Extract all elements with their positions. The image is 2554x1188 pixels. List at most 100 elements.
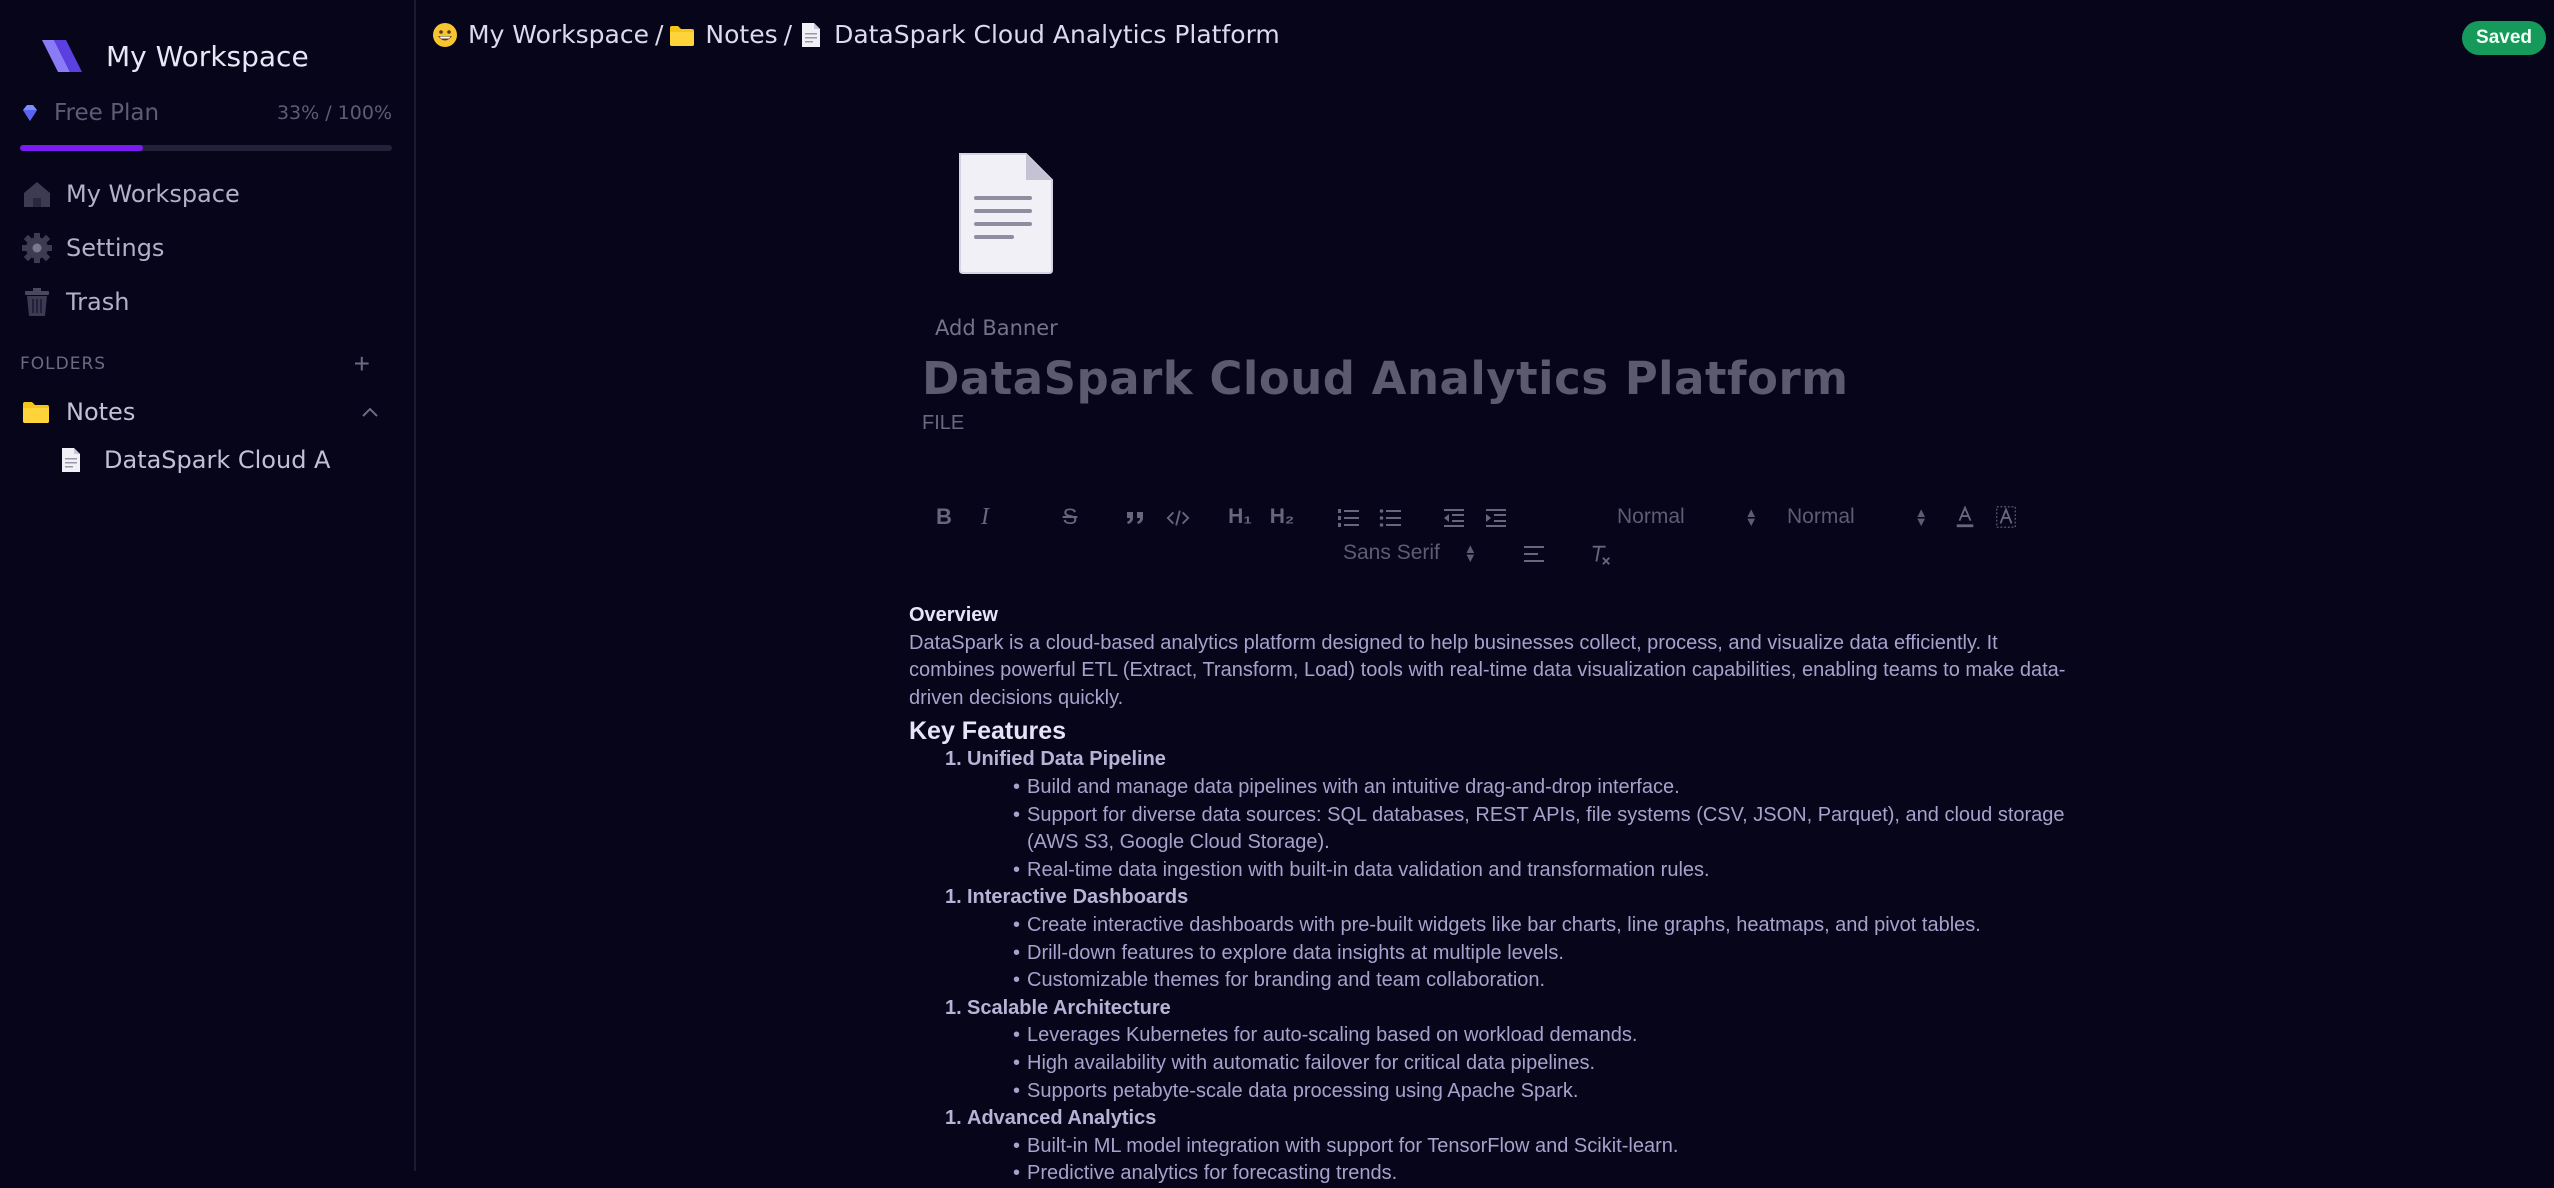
bullet-dot: • (1013, 1134, 1021, 1157)
indent-icon (1486, 509, 1506, 527)
heading-1-button[interactable]: H₁ (1226, 505, 1254, 529)
size-select[interactable]: Normal ▲ ▼ (1787, 505, 1928, 529)
editor-content[interactable]: Overview DataSpark is a cloud-based anal… (909, 602, 2069, 1188)
select-arrows-icon: ▲ ▼ (1463, 541, 1477, 565)
key-features-heading: Key Features (909, 717, 1067, 746)
bullet-dot: • (1013, 858, 1021, 881)
list-item: • Leverages Kubernetes for auto-scaling b… (909, 1022, 2069, 1050)
folder-icon (670, 25, 695, 46)
sidebar-item-my-workspace[interactable]: My Workspace (20, 177, 240, 211)
text-color-icon (1956, 505, 1974, 528)
header-select-value: Normal (1617, 505, 1685, 528)
diamond-icon (23, 105, 37, 121)
sidebar-item-label: Trash (66, 288, 130, 316)
document-icon[interactable] (956, 150, 1056, 276)
bullet-list-icon (1379, 509, 1401, 527)
list-item: • Supports petabyte-scale data processing… (909, 1078, 2069, 1106)
folder-label: Notes (66, 398, 136, 426)
feature-number: 1. (945, 1107, 962, 1130)
bold-button[interactable]: B (932, 504, 956, 529)
align-button[interactable] (1522, 542, 1546, 566)
list-item-text: Drill-down features to explore data insi… (1027, 941, 1564, 964)
list-item-text: Real-time data ingestion with built-in d… (1027, 858, 1710, 881)
gear-icon (22, 233, 52, 263)
indent-button[interactable] (1484, 506, 1508, 530)
plan-usage: 33% / 100% (276, 102, 392, 124)
file-icon (62, 448, 80, 472)
clear-format-icon (1592, 545, 1610, 565)
list-item-text: Built-in ML model integration with suppo… (1027, 1134, 1679, 1157)
plan-label: Free Plan (54, 100, 160, 126)
sidebar-item-label: My Workspace (66, 180, 240, 208)
code-icon (1166, 510, 1190, 526)
list-item: • Customizable themes for branding and te… (909, 967, 2069, 995)
background-color-button[interactable] (1994, 504, 2018, 530)
code-block-button[interactable] (1165, 506, 1191, 530)
sidebar-file-item[interactable]: DataSpark Cloud A (60, 446, 330, 474)
clear-format-button[interactable] (1589, 542, 1613, 568)
sidebar-item-settings[interactable]: Settings (20, 231, 164, 265)
blockquote-button[interactable] (1123, 506, 1147, 530)
font-select-value: Sans Serif (1343, 541, 1440, 564)
font-select[interactable]: Sans Serif ▲ ▼ (1343, 541, 1477, 565)
list-item: • Real-time data ingestion with built-in … (909, 857, 2069, 885)
add-banner-button[interactable]: Add Banner (935, 316, 1058, 340)
workspace-header[interactable]: My Workspace (40, 36, 309, 76)
home-icon (24, 182, 50, 207)
bullet-dot: • (1013, 803, 1021, 826)
add-folder-button[interactable]: + (354, 350, 370, 378)
outdent-button[interactable] (1442, 506, 1466, 530)
text-color-button[interactable] (1953, 504, 1977, 530)
bullet-dot: • (1013, 1079, 1021, 1102)
breadcrumb-workspace[interactable]: My Workspace (468, 20, 649, 49)
list-item-text: Predictive analytics for forecasting tre… (1027, 1162, 1398, 1185)
ordered-list-button[interactable] (1336, 506, 1360, 530)
page-title[interactable]: DataSpark Cloud Analytics Platform (922, 352, 1849, 405)
list-item: • High availability with automatic failov… (909, 1050, 2069, 1078)
strike-button[interactable]: S (1058, 504, 1082, 529)
sidebar-folder-notes[interactable]: Notes (22, 398, 380, 426)
bullet-dot: • (1013, 1162, 1021, 1185)
feature-title: Interactive Dashboards (967, 886, 1189, 909)
breadcrumb-folder[interactable]: Notes (705, 20, 777, 49)
feature-number: 1. (945, 748, 962, 771)
overview-heading: Overview (909, 604, 998, 626)
feature-item: 1. Unified Data Pipeline (909, 746, 2069, 774)
outdent-icon (1444, 509, 1464, 527)
feature-title: Advanced Analytics (967, 1107, 1157, 1130)
chevron-up-icon[interactable] (360, 405, 380, 419)
quote-icon (1127, 512, 1143, 524)
document-type-label: FILE (922, 412, 965, 434)
bullet-list-button[interactable] (1378, 506, 1402, 530)
breadcrumb-file[interactable]: DataSpark Cloud Analytics Platform (834, 20, 1280, 49)
folder-icon (23, 402, 49, 423)
header-select[interactable]: Normal ▲ ▼ (1617, 505, 1758, 529)
breadcrumb-separator: / (654, 20, 664, 49)
list-item-text: Create interactive dashboards with pre-b… (1027, 913, 1981, 936)
overview-paragraph: DataSpark is a cloud-based analytics pla… (909, 631, 2066, 709)
heading-2-button[interactable]: H₂ (1268, 505, 1296, 529)
feature-number: 1. (945, 886, 962, 909)
list-item-text: Leverages Kubernetes for auto-scaling ba… (1027, 1024, 1638, 1047)
select-arrows-icon: ▲ ▼ (1744, 505, 1758, 529)
italic-button[interactable]: I (973, 504, 997, 530)
folders-header: FOLDERS + (20, 350, 370, 378)
folders-label: FOLDERS (20, 354, 107, 374)
feature-item: 1. Interactive Dashboards (909, 884, 2069, 912)
select-arrows-icon: ▲ ▼ (1914, 505, 1928, 529)
bullet-dot: • (1013, 775, 1021, 798)
breadcrumb: My Workspace / Notes / DataSpark Cloud A… (432, 20, 1280, 49)
bullet-dot: • (1013, 1051, 1021, 1074)
list-item: • Support for diverse data sources: SQL d… (909, 802, 2069, 857)
file-label: DataSpark Cloud A (104, 446, 331, 474)
trash-icon (25, 288, 49, 316)
list-item: • Predictive analytics for forecasting tr… (909, 1160, 2069, 1188)
plan-progress-fill (20, 145, 143, 151)
status-badge: Saved (2462, 21, 2546, 55)
list-item: • Build and manage data pipelines with an… (909, 774, 2069, 802)
ordered-list-icon (1338, 509, 1359, 527)
feature-title: Unified Data Pipeline (967, 748, 1166, 771)
sidebar-item-trash[interactable]: Trash (20, 285, 129, 319)
bullet-dot: • (1013, 941, 1021, 964)
list-item-text: Customizable themes for branding and tea… (1027, 969, 1546, 992)
